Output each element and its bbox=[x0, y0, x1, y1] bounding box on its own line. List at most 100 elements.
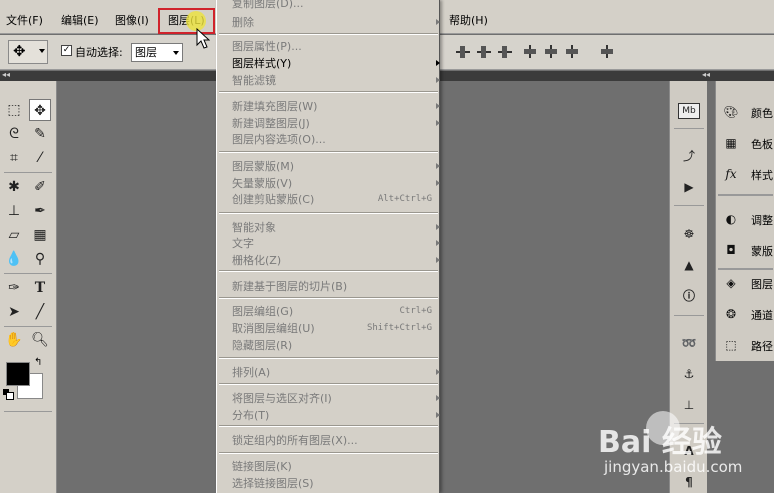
align-right-icon[interactable] bbox=[565, 45, 579, 58]
clone-source-icon[interactable]: ⚓ bbox=[678, 365, 700, 383]
layer-menu-item[interactable]: 图层属性(P)... bbox=[232, 40, 432, 53]
layer-menu-item[interactable]: 智能对象 bbox=[232, 221, 440, 234]
watermark-logo: Bai 经验 bbox=[598, 425, 722, 460]
mouse-cursor-icon bbox=[196, 28, 210, 49]
chevron-down-icon bbox=[173, 51, 179, 55]
panel-channels[interactable]: ❂ 通道 bbox=[722, 303, 774, 325]
collapse-dock-icon[interactable]: ◂◂ bbox=[702, 70, 710, 79]
auto-align-icon[interactable] bbox=[600, 45, 614, 58]
panel-styles[interactable]: fx 样式 bbox=[722, 163, 774, 185]
eyedropper-tool-icon[interactable]: ⁄ bbox=[29, 147, 51, 169]
lasso-tool-icon[interactable]: ᘓ bbox=[3, 123, 25, 145]
layer-menu-item[interactable]: 文字 bbox=[232, 237, 440, 250]
gradient-tool-icon[interactable]: ▦ bbox=[29, 224, 51, 246]
collapse-toolbox-icon[interactable]: ◂◂ bbox=[2, 70, 10, 79]
layer-menu-item[interactable]: 智能滤镜 bbox=[232, 74, 440, 87]
crop-tool-icon[interactable]: ⌗ bbox=[3, 147, 25, 169]
move-tool-icon[interactable]: ✥ bbox=[29, 99, 51, 121]
align-hcenter-icon[interactable] bbox=[544, 45, 558, 58]
panel-adjustments[interactable]: ◐ 调整 bbox=[722, 208, 774, 230]
layer-menu-item[interactable]: 新建填充图层(W) bbox=[232, 100, 440, 113]
panel-paths[interactable]: ⬚ 路径 bbox=[722, 334, 774, 356]
layer-menu-item[interactable]: 栅格化(Z) bbox=[232, 254, 440, 267]
layer-menu-item[interactable]: 矢量蒙版(V) bbox=[232, 177, 440, 190]
layer-menu-item[interactable]: 将图层与选区对齐(I) bbox=[232, 392, 440, 405]
tool-preset-picker[interactable]: ✥ bbox=[8, 40, 48, 64]
submenu-arrow-icon bbox=[436, 180, 440, 186]
toolbox-divider bbox=[4, 326, 52, 327]
align-top-icon[interactable] bbox=[456, 45, 470, 58]
layer-menu-item[interactable]: 创建剪贴蒙版(C) Alt+Ctrl+G bbox=[232, 193, 432, 206]
layer-menu-item[interactable]: 图层蒙版(M) bbox=[232, 160, 440, 173]
panel-layers[interactable]: ◈ 图层 bbox=[722, 272, 774, 294]
menu-separator bbox=[219, 212, 438, 214]
layer-menu-item[interactable]: 复制图层(D)... bbox=[232, 0, 432, 10]
layer-menu-item[interactable]: 删除 bbox=[232, 16, 440, 29]
marquee-tool-icon[interactable]: ⬚ bbox=[3, 99, 25, 121]
default-colors-icon[interactable] bbox=[3, 389, 14, 400]
layer-menu-item[interactable]: 图层样式(Y) bbox=[232, 57, 440, 70]
menu-item-label: 链接图层(K) bbox=[232, 460, 292, 473]
menu-image[interactable]: 图像(I) bbox=[115, 14, 149, 28]
history-brush-tool-icon[interactable]: ✒ bbox=[29, 200, 51, 222]
dodge-tool-icon[interactable]: ⚲ bbox=[29, 248, 51, 270]
eraser-tool-icon[interactable]: ▱ bbox=[3, 224, 25, 246]
panel-color[interactable]: 🎨︎ 颜色 bbox=[722, 101, 774, 123]
menu-help[interactable]: 帮助(H) bbox=[449, 14, 488, 28]
line-tool-icon[interactable]: ╱ bbox=[29, 301, 51, 323]
layer-menu-item[interactable]: 取消图层编组(U) Shift+Ctrl+G bbox=[232, 322, 432, 335]
pen-tool-icon[interactable]: ✑ bbox=[3, 277, 25, 299]
hand-tool-icon[interactable]: ✋ bbox=[3, 329, 25, 351]
menu-separator bbox=[219, 383, 438, 385]
actions-icon[interactable]: ▶ bbox=[678, 178, 700, 196]
panel-label: 蒙版 bbox=[751, 245, 773, 258]
blur-tool-icon[interactable]: 💧 bbox=[3, 248, 25, 270]
layer-menu-item[interactable]: 排列(A) bbox=[232, 366, 440, 379]
dock-divider bbox=[674, 315, 704, 316]
baidu-watermark: Bai 经验 jingyan.baidu.com bbox=[598, 405, 774, 493]
panel-label: 颜色 bbox=[751, 107, 773, 120]
palette-icon: 🎨︎ bbox=[723, 105, 739, 119]
layer-menu-item[interactable]: 新建基于图层的切片(B) bbox=[232, 280, 432, 293]
layer-menu-item[interactable]: 选择链接图层(S) bbox=[232, 477, 432, 490]
align-left-icon[interactable] bbox=[523, 45, 537, 58]
navigator-icon[interactable]: ☸ bbox=[678, 225, 700, 243]
autoselect-checkbox[interactable]: ✓ bbox=[61, 45, 72, 56]
quick-select-tool-icon[interactable]: ✎ bbox=[29, 123, 51, 145]
autoselect-value: 图层 bbox=[135, 46, 157, 59]
healing-brush-tool-icon[interactable]: ✱ bbox=[3, 176, 25, 198]
panel-label: 图层 bbox=[751, 278, 773, 291]
autoselect-label: 自动选择: bbox=[75, 46, 123, 59]
layer-menu-item[interactable]: 链接图层(K) bbox=[232, 460, 432, 473]
menu-edit[interactable]: 编辑(E) bbox=[61, 14, 99, 28]
autoselect-dropdown[interactable]: 图层 bbox=[131, 43, 183, 62]
menu-item-label: 智能对象 bbox=[232, 221, 276, 234]
layer-menu-item[interactable]: 锁定组内的所有图层(X)... bbox=[232, 434, 432, 447]
image-info-icon[interactable]: ▲ bbox=[678, 256, 700, 274]
panel-masks[interactable]: ◘ 蒙版 bbox=[722, 239, 774, 261]
info-icon[interactable]: ⓘ bbox=[678, 287, 700, 305]
path-select-tool-icon[interactable]: ➤ bbox=[3, 301, 25, 323]
clone-stamp-tool-icon[interactable]: ⊥ bbox=[3, 200, 25, 222]
histogram-icon[interactable]: Mb bbox=[678, 103, 700, 119]
type-tool-icon[interactable]: T bbox=[29, 277, 51, 299]
align-vcenter-icon[interactable] bbox=[477, 45, 491, 58]
foreground-color-swatch[interactable] bbox=[6, 362, 30, 386]
move-tool-icon: ✥ bbox=[13, 42, 26, 60]
dock-divider bbox=[674, 128, 704, 129]
layer-menu-item[interactable]: 图层编组(G) Ctrl+G bbox=[232, 305, 432, 318]
align-bottom-icon[interactable] bbox=[498, 45, 512, 58]
layer-menu-item[interactable]: 分布(T) bbox=[232, 409, 440, 422]
brush-tool-icon[interactable]: ✐ bbox=[29, 176, 51, 198]
layer-menu-item[interactable]: 图层内容选项(O)... bbox=[232, 133, 432, 146]
panel-swatches[interactable]: ▦ 色板 bbox=[722, 132, 774, 154]
zoom-tool-icon[interactable]: 🔍︎ bbox=[29, 329, 51, 351]
submenu-arrow-icon bbox=[436, 224, 440, 230]
toolbox-divider bbox=[4, 411, 52, 412]
brush-presets-icon[interactable]: ➿ bbox=[678, 334, 700, 352]
layer-menu-item[interactable]: 隐藏图层(R) bbox=[232, 339, 432, 352]
menu-file[interactable]: 文件(F) bbox=[6, 14, 43, 28]
layer-menu-item[interactable]: 新建调整图层(J) bbox=[232, 117, 440, 130]
swap-colors-icon[interactable]: ↰ bbox=[34, 357, 42, 368]
history-icon[interactable]: ⤴ bbox=[678, 147, 700, 165]
